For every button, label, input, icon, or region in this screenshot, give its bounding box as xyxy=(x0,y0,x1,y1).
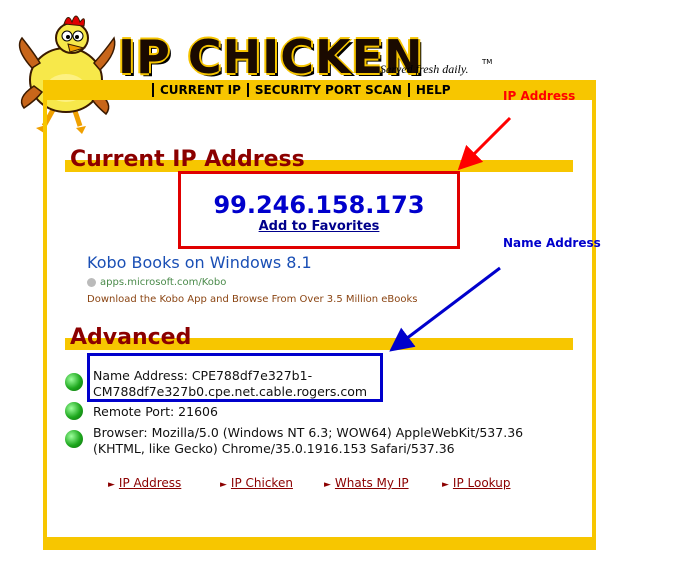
nav-help[interactable]: HELP xyxy=(407,83,457,97)
trademark-mark: TM xyxy=(482,58,493,66)
footer-link-label: Whats My IP xyxy=(334,476,409,490)
ip-address-value: 99.246.158.173 xyxy=(213,191,425,219)
green-bullet-icon xyxy=(65,430,83,448)
browser-line1: Browser: Mozilla/5.0 (Windows NT 6.3; WO… xyxy=(93,425,524,440)
name-address-line2: CM788df7e327b0.cpe.net.cable.rogers.com xyxy=(93,384,368,399)
logo-title: IP CHICKEN xyxy=(118,30,424,84)
footer-link-whats-my-ip[interactable]: ► Whats My IP xyxy=(324,476,409,490)
remote-port: Remote Port: 21606 xyxy=(93,404,218,419)
ad-url-text[interactable]: apps.microsoft.com/Kobo xyxy=(100,277,226,288)
advanced-heading: Advanced xyxy=(70,325,192,350)
arrow-right-icon: ► xyxy=(442,480,449,490)
green-bullet-icon xyxy=(65,373,83,391)
ad-description: Download the Kobo App and Browse From Ov… xyxy=(87,294,418,305)
footer-link-ip-address[interactable]: ► IP Address xyxy=(108,476,181,490)
main-nav: CURRENT IP SECURITY PORT SCAN HELP xyxy=(152,80,457,100)
footer-link-ip-chicken[interactable]: ► IP Chicken xyxy=(220,476,293,490)
footer-link-label: IP Lookup xyxy=(452,476,511,490)
footer-link-label: IP Address xyxy=(118,476,182,490)
arrow-right-icon: ► xyxy=(108,480,115,490)
info-icon xyxy=(87,277,96,287)
annotation-name-address: Name Address xyxy=(503,236,601,250)
nav-current-ip[interactable]: CURRENT IP xyxy=(152,83,247,97)
annotation-ip-address: IP Address xyxy=(503,89,576,103)
footer-link-ip-lookup[interactable]: ► IP Lookup xyxy=(442,476,510,490)
arrow-right-icon: ► xyxy=(324,480,331,490)
ip-address-box: 99.246.158.173 Add to Favorites xyxy=(178,171,460,249)
green-bullet-icon xyxy=(65,402,83,420)
name-address-line1: Name Address: CPE788df7e327b1- xyxy=(93,368,313,383)
ad-title-link[interactable]: Kobo Books on Windows 8.1 xyxy=(87,253,312,272)
current-ip-heading: Current IP Address xyxy=(70,147,305,172)
browser-line2: (KHTML, like Gecko) Chrome/35.0.1916.153… xyxy=(93,441,455,456)
footer-bar xyxy=(43,537,596,550)
nav-security-port-scan[interactable]: SECURITY PORT SCAN xyxy=(246,83,408,97)
arrow-right-icon: ► xyxy=(220,480,227,490)
ad-url: apps.microsoft.com/Kobo xyxy=(87,277,226,288)
logo-tagline: Served fresh daily. xyxy=(380,62,469,76)
add-to-favorites-link[interactable]: Add to Favorites xyxy=(181,219,457,234)
footer-link-label: IP Chicken xyxy=(230,476,293,490)
